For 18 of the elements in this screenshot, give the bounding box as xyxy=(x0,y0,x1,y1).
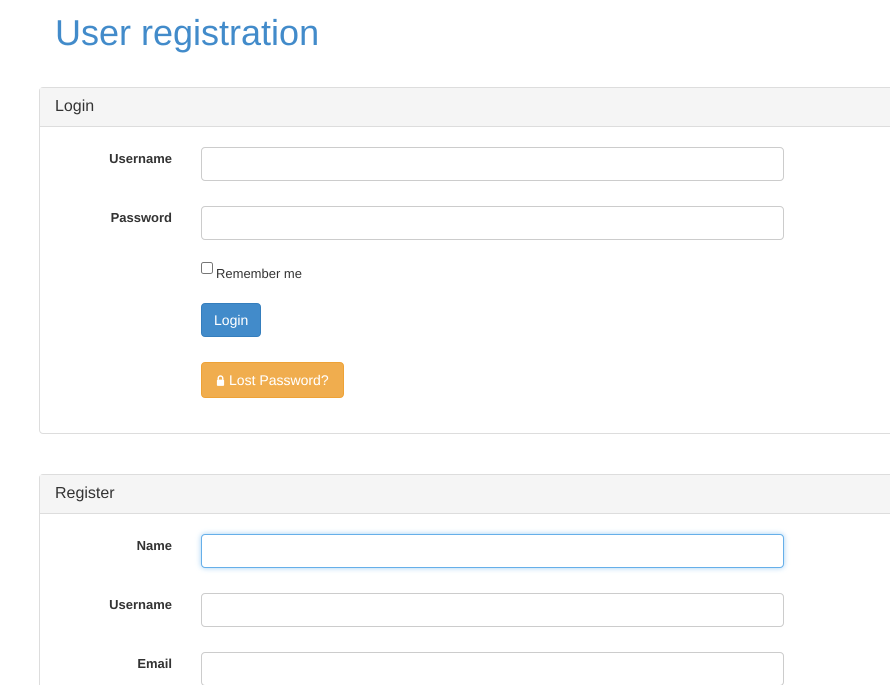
input-field[interactable] xyxy=(201,652,784,685)
page-title: User registration xyxy=(55,12,320,54)
field-label: Name xyxy=(136,537,172,553)
button[interactable]: Lost Password? xyxy=(201,362,344,398)
input-field[interactable] xyxy=(201,534,784,568)
field-label: Username xyxy=(108,596,172,612)
lock-icon xyxy=(216,374,225,386)
panel-title: Login xyxy=(55,98,94,116)
button[interactable]: Login xyxy=(201,303,262,337)
checkbox[interactable] xyxy=(201,262,213,274)
field-label: Password xyxy=(110,209,172,225)
panel-title: Register xyxy=(55,485,115,503)
input-field[interactable] xyxy=(201,206,784,240)
input-field[interactable] xyxy=(201,147,784,181)
input-field[interactable] xyxy=(201,593,784,627)
field-label: Username xyxy=(108,150,172,166)
field-label: Email xyxy=(136,655,172,671)
checkbox-label: Remember me xyxy=(216,265,302,281)
